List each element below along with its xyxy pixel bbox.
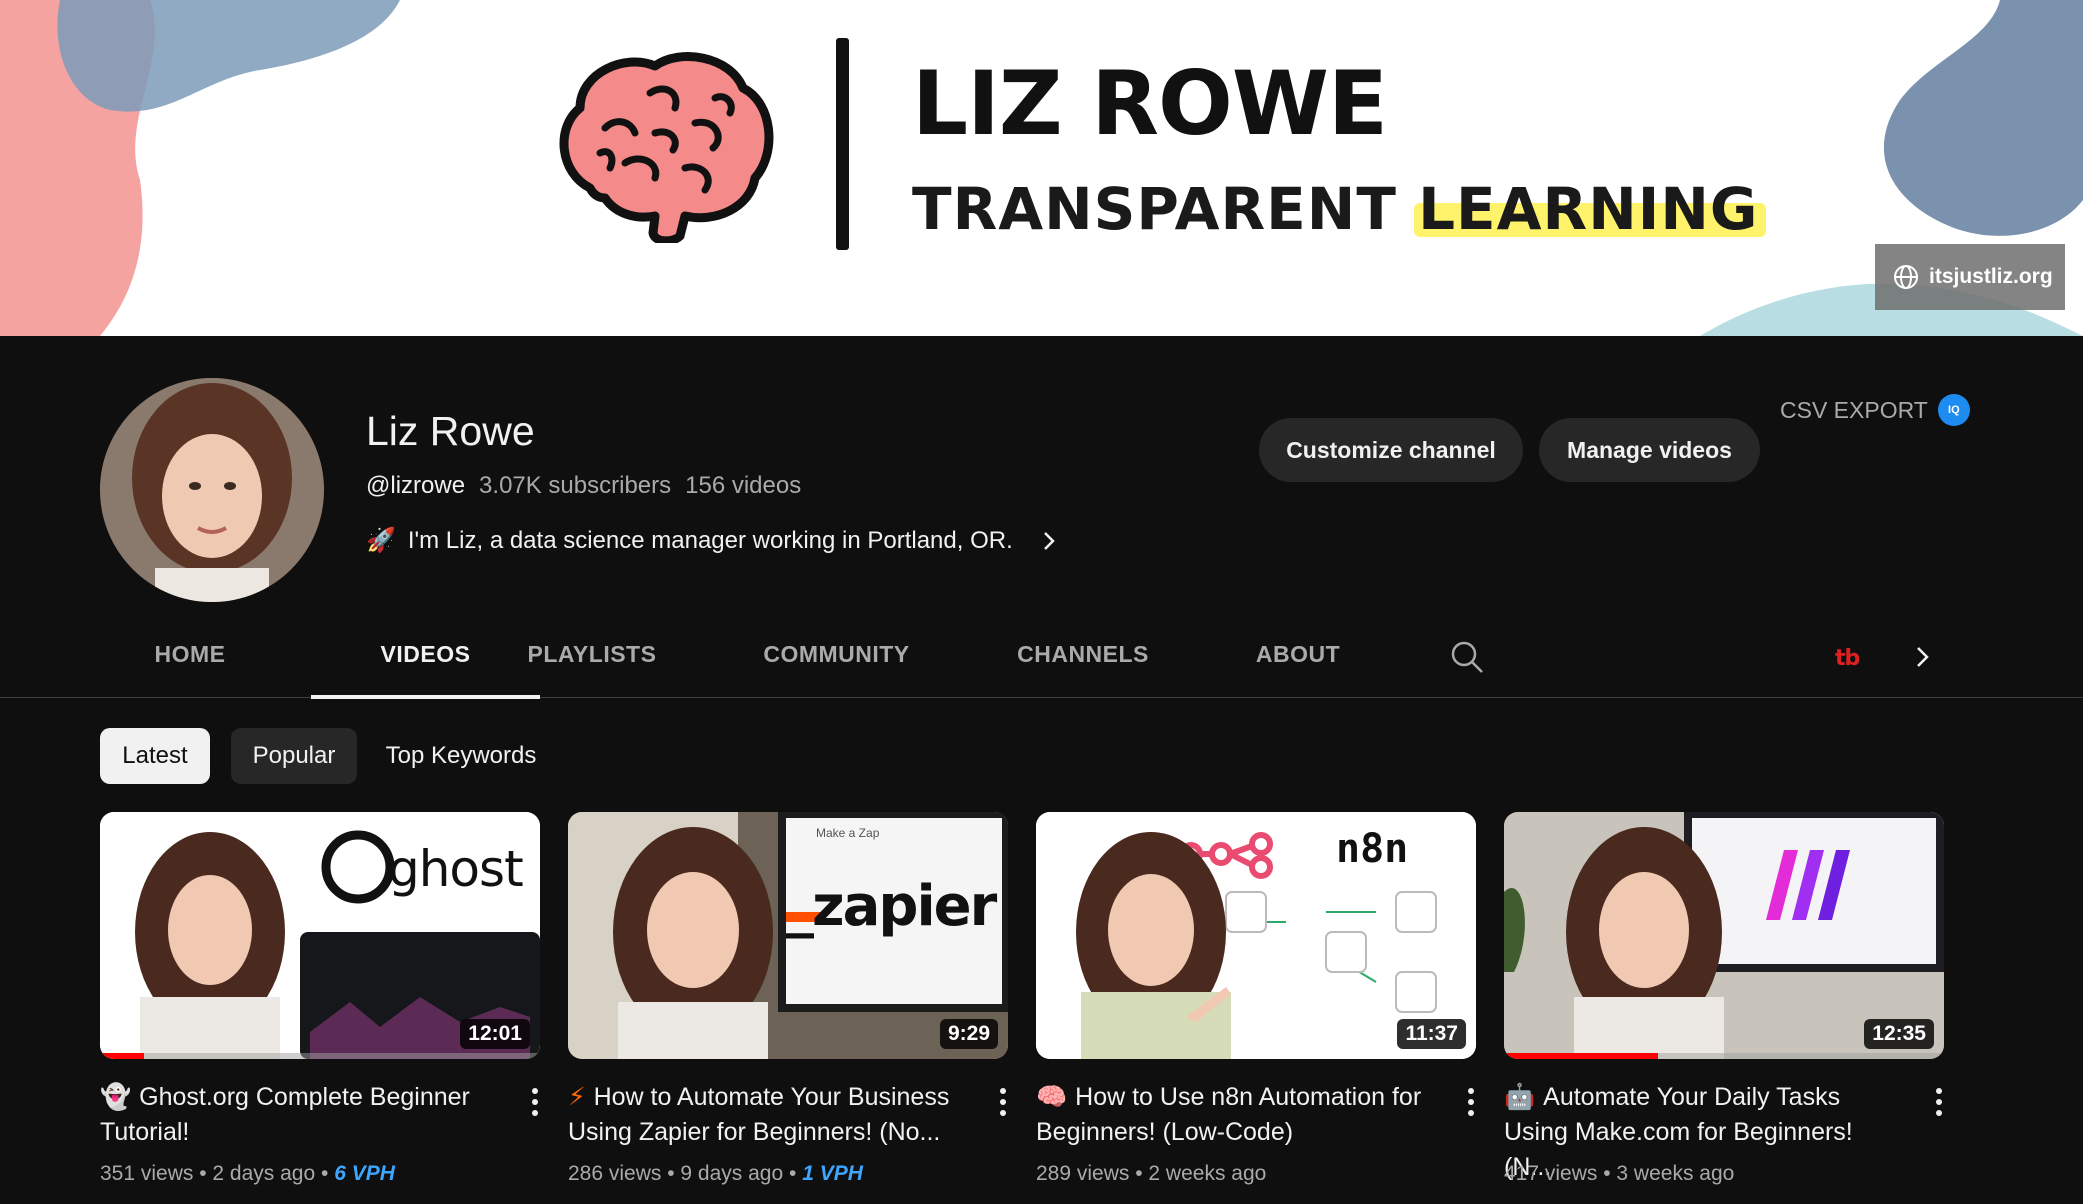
video-thumbnail[interactable]: 12:35 [1504,812,1944,1059]
chip-top-keywords[interactable]: Top Keywords [371,728,551,784]
video-title-text: Ghost.org Complete Beginner Tutorial! [100,1083,470,1146]
tab-about[interactable]: ABOUT [1248,610,1348,698]
watch-progress-track [100,1053,540,1059]
video-vph: 6 VPH [334,1162,395,1185]
video-duration: 12:35 [1864,1019,1934,1049]
channel-handle: @lizrowe [366,472,466,499]
banner-decoration [0,0,2083,336]
video-duration: 12:01 [460,1019,530,1049]
channel-description[interactable]: 🚀 I'm Liz, a data science manager workin… [366,526,1059,555]
video-views: 289 views [1036,1162,1130,1185]
video-thumbnail[interactable]: n8n 11:37 [1036,812,1476,1059]
channel-avatar[interactable] [100,378,324,602]
video-title-text: How to Automate Your Business Using Zapi… [568,1083,950,1146]
video-views: 286 views [568,1162,662,1185]
video-title-text: How to Use n8n Automation for Beginners!… [1036,1083,1422,1146]
video-age: 2 weeks ago [1148,1162,1267,1185]
tab-playlists[interactable]: PLAYLISTS [520,610,664,698]
avatar-image [100,378,324,602]
brain-logo-icon [559,52,774,243]
video-views: 351 views [100,1162,194,1185]
rocket-icon: 🚀 [366,527,396,554]
channel-description-text: I'm Liz, a data science manager working … [407,526,1013,554]
channel-tabs: HOME VIDEOS PLAYLISTS COMMUNITY CHANNELS… [0,610,2083,699]
video-card[interactable]: n8n 11:37 🧠 How to Use n8n Automation for… [1036,812,1476,1185]
video-thumbnail[interactable]: ghost 12:01 [100,812,540,1059]
thumbnail-brand-text: n8n [1336,826,1409,872]
video-age: 2 days ago [212,1162,316,1185]
banner-subtitle-text: TRANSPARENT [912,175,1419,243]
banner-subtitle-highlight: LEARNING [1418,175,1759,243]
csv-export-label: CSV EXPORT [1780,396,1928,423]
channel-banner: LIZ ROWE TRANSPARENT LEARNING itsjustliz… [0,0,2083,336]
video-card[interactable]: Make a Zap _zapier 9:29 ⚡ How to Automate… [568,812,1008,1185]
brain-emoji-icon: 🧠 [1036,1083,1068,1111]
banner-website-link[interactable]: itsjustliz.org [1875,244,2065,310]
more-options-icon[interactable] [1934,1086,1944,1118]
video-title[interactable]: ⚡ How to Automate Your Business Using Zap… [568,1080,958,1150]
chip-popular[interactable]: Popular [231,728,357,784]
video-title[interactable]: 🧠 How to Use n8n Automation for Beginners… [1036,1080,1426,1150]
search-icon[interactable] [1450,640,1484,674]
video-meta: 286 views • 9 days ago • 1 VPH [568,1162,863,1185]
video-thumbnail[interactable]: Make a Zap _zapier 9:29 [568,812,1008,1059]
ghost-emoji-icon: 👻 [100,1083,132,1111]
tab-channels[interactable]: CHANNELS [1010,610,1156,698]
banner-subtitle: TRANSPARENT LEARNING [912,175,1758,243]
video-duration: 9:29 [939,1019,998,1049]
video-meta: 417 views • 3 weeks ago [1504,1162,1735,1185]
banner-divider [836,38,849,250]
video-card[interactable]: ghost 12:01 👻 Ghost.org Complete Beginner… [100,812,540,1185]
video-vph: 1 VPH [802,1162,863,1185]
video-duration: 11:37 [1397,1019,1466,1049]
video-title[interactable]: 👻 Ghost.org Complete Beginner Tutorial! [100,1080,490,1150]
csv-export-button[interactable]: CSV EXPORT IQ [1780,394,1970,426]
customize-channel-button[interactable]: Customize channel [1259,418,1523,482]
globe-icon [1894,265,1918,289]
thumbnail-brand-text: _zapier [786,874,997,939]
watch-progress-bar [100,1053,144,1059]
channel-name: Liz Rowe [366,408,535,454]
robot-emoji-icon: 🤖 [1504,1083,1536,1111]
watch-progress-bar [1504,1053,1658,1059]
video-count: 156 videos [685,472,802,499]
chip-latest[interactable]: Latest [100,728,210,784]
more-options-icon[interactable] [1466,1086,1476,1118]
banner-title: LIZ ROWE [912,52,1388,155]
more-options-icon[interactable] [530,1086,540,1118]
thumbnail-brand-text: ghost [388,840,524,898]
chevron-right-icon[interactable] [1039,530,1059,552]
tab-videos[interactable]: VIDEOS [311,610,540,699]
video-age: 3 weeks ago [1616,1162,1735,1185]
tubebuddy-icon[interactable]: tb [1835,646,1860,671]
video-age: 9 days ago [680,1162,784,1185]
subscriber-count: 3.07K subscribers [479,472,672,499]
manage-videos-button[interactable]: Manage videos [1539,418,1760,482]
channel-meta: @lizrowe 3.07K subscribers 156 videos [366,472,801,500]
lightning-emoji-icon: ⚡ [568,1083,586,1111]
video-card[interactable]: 12:35 🤖 Automate Your Daily Tasks Using M… [1504,812,1944,1185]
tab-community[interactable]: COMMUNITY [754,610,919,698]
more-options-icon[interactable] [998,1086,1008,1118]
banner-link-label: itsjustliz.org [1929,265,2053,288]
tab-home[interactable]: HOME [140,610,240,698]
video-meta: 289 views • 2 weeks ago [1036,1162,1267,1185]
video-meta: 351 views • 2 days ago • 6 VPH [100,1162,395,1185]
vidiq-badge-icon: IQ [1937,394,1970,426]
video-views: 417 views [1504,1162,1598,1185]
thumbnail-caption: Make a Zap [816,826,880,840]
chevron-right-icon[interactable] [1912,644,1934,670]
